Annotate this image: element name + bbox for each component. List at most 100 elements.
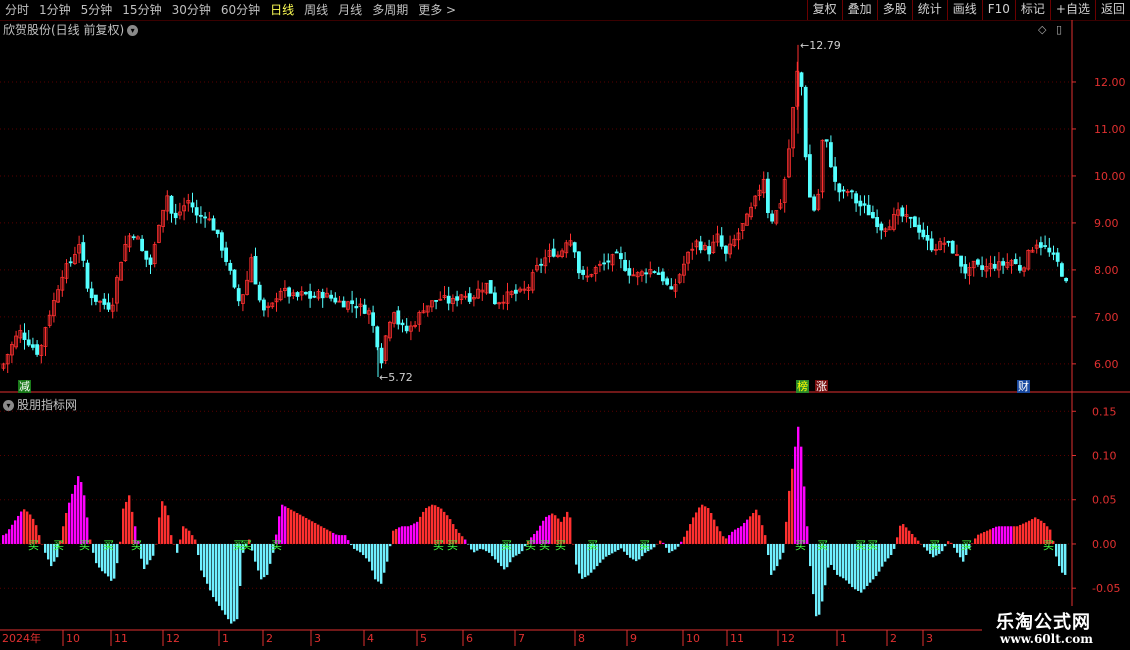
hist-bar-102 [308, 519, 311, 544]
hist-bar-68 [206, 543, 209, 584]
candle-body-31 [131, 236, 136, 239]
hist-bar-269 [809, 543, 812, 567]
hist-bar-188 [566, 511, 569, 544]
buy-signal-11: 买 [525, 539, 536, 552]
hist-bar-110 [332, 532, 335, 544]
hist-bar-306 [920, 543, 923, 545]
hist-bar-130 [392, 530, 395, 544]
hist-bar-223 [671, 543, 674, 552]
buy-signal-19: 买 [867, 539, 878, 552]
candle-body-203 [854, 193, 858, 204]
candle-body-117 [492, 292, 497, 305]
date-label-11: 8 [578, 632, 585, 645]
hist-bar-41 [125, 501, 128, 544]
candle-body-35 [148, 257, 153, 265]
limit-up-badge[interactable]: 涨 [815, 380, 828, 393]
candle-body-166 [698, 241, 703, 251]
hist-bar-345 [1037, 519, 1040, 544]
candle-body-40 [169, 195, 174, 214]
candle-body-108 [455, 296, 460, 301]
hist-bar-52 [158, 517, 161, 544]
price-tick-label-2: 10.00 [1094, 170, 1126, 183]
candle-body-207 [871, 212, 875, 219]
candle-body-171 [719, 235, 724, 247]
candle-body-168 [707, 246, 711, 255]
candle-body-153 [644, 272, 648, 275]
hist-bar-86 [260, 543, 263, 580]
hist-bar-108 [326, 529, 329, 544]
hist-bar-278 [836, 543, 839, 575]
hist-bar-67 [203, 543, 206, 578]
hist-bar-117 [353, 543, 356, 549]
hist-bar-283 [851, 543, 854, 588]
hist-bar-249 [749, 516, 752, 544]
candle-body-241 [1013, 259, 1018, 265]
candle-body-247 [1039, 242, 1043, 248]
candle-body-34 [144, 250, 149, 260]
hist-bar-119 [359, 543, 362, 553]
candle-body-172 [724, 245, 728, 254]
hist-bar-107 [323, 527, 326, 544]
price-tick-label-6: 6.00 [1094, 358, 1119, 371]
ind-tick-label-0: 0.15 [1092, 405, 1117, 418]
candle-body-136 [572, 242, 577, 253]
hist-bar-242 [728, 535, 731, 544]
hist-bar-191 [575, 543, 578, 565]
hist-bar-341 [1025, 522, 1028, 544]
candle-body-19 [81, 242, 86, 261]
buy-signal-17: 买 [817, 539, 828, 552]
candle-body-73 [308, 291, 313, 299]
hist-bar-39 [119, 541, 122, 544]
hist-bar-221 [665, 543, 668, 548]
hist-bar-95 [287, 508, 290, 544]
candle-body-250 [1051, 252, 1056, 255]
hist-bar-87 [263, 543, 266, 578]
hist-bar-246 [740, 526, 743, 544]
hist-bar-264 [794, 446, 797, 544]
price-tick-label-4: 8.00 [1094, 264, 1119, 277]
hist-bar-25 [77, 476, 80, 544]
hist-bar-2 [8, 529, 11, 544]
hist-bar-237 [713, 519, 716, 544]
hist-bar-105 [317, 524, 320, 544]
hist-bar-231 [695, 512, 698, 544]
hist-bar-6 [20, 511, 23, 544]
hist-bar-329 [989, 529, 992, 544]
hist-bar-251 [755, 509, 758, 544]
candle-body-229 [963, 264, 968, 274]
hist-bar-254 [764, 535, 767, 544]
candle-body-147 [619, 253, 623, 260]
hist-bar-13 [41, 543, 44, 545]
candle-body-79 [333, 297, 338, 303]
candle-body-216 [908, 216, 913, 219]
low-annotation: ←5.72 [379, 371, 413, 384]
candle-body-55 [232, 269, 237, 288]
hist-bar-159 [479, 543, 482, 549]
candle-body-103 [434, 300, 439, 302]
hist-bar-248 [746, 519, 749, 544]
reduce-badge[interactable]: 减 [18, 380, 31, 393]
hist-bar-206 [620, 543, 623, 549]
candle-body-225 [946, 241, 951, 243]
buy-signal-4: 买 [131, 539, 142, 552]
candle-body-242 [1018, 265, 1022, 271]
chart-canvas[interactable]: 12.0011.0010.009.008.007.006.000.150.100… [0, 0, 1130, 650]
candle-body-138 [581, 269, 585, 275]
candle-body-128 [539, 263, 543, 266]
hist-bar-207 [623, 543, 626, 552]
hist-bar-5 [17, 515, 20, 544]
candle-body-209 [879, 223, 884, 231]
date-label-15: 12 [781, 632, 795, 645]
hist-bar-222 [668, 543, 671, 553]
hist-bar-120 [362, 543, 365, 556]
hist-bar-219 [659, 540, 662, 544]
candle-body-8 [35, 344, 39, 355]
candle-body-111 [467, 293, 472, 302]
finance-badge[interactable]: 财 [1017, 380, 1030, 393]
hist-bar-229 [689, 524, 692, 544]
hist-bar-99 [299, 514, 302, 544]
price-tick-label-3: 9.00 [1094, 217, 1119, 230]
buy-signal-18: 买 [855, 539, 866, 552]
rank-badge[interactable]: 榜 [796, 380, 809, 393]
hist-bar-30 [92, 543, 95, 553]
